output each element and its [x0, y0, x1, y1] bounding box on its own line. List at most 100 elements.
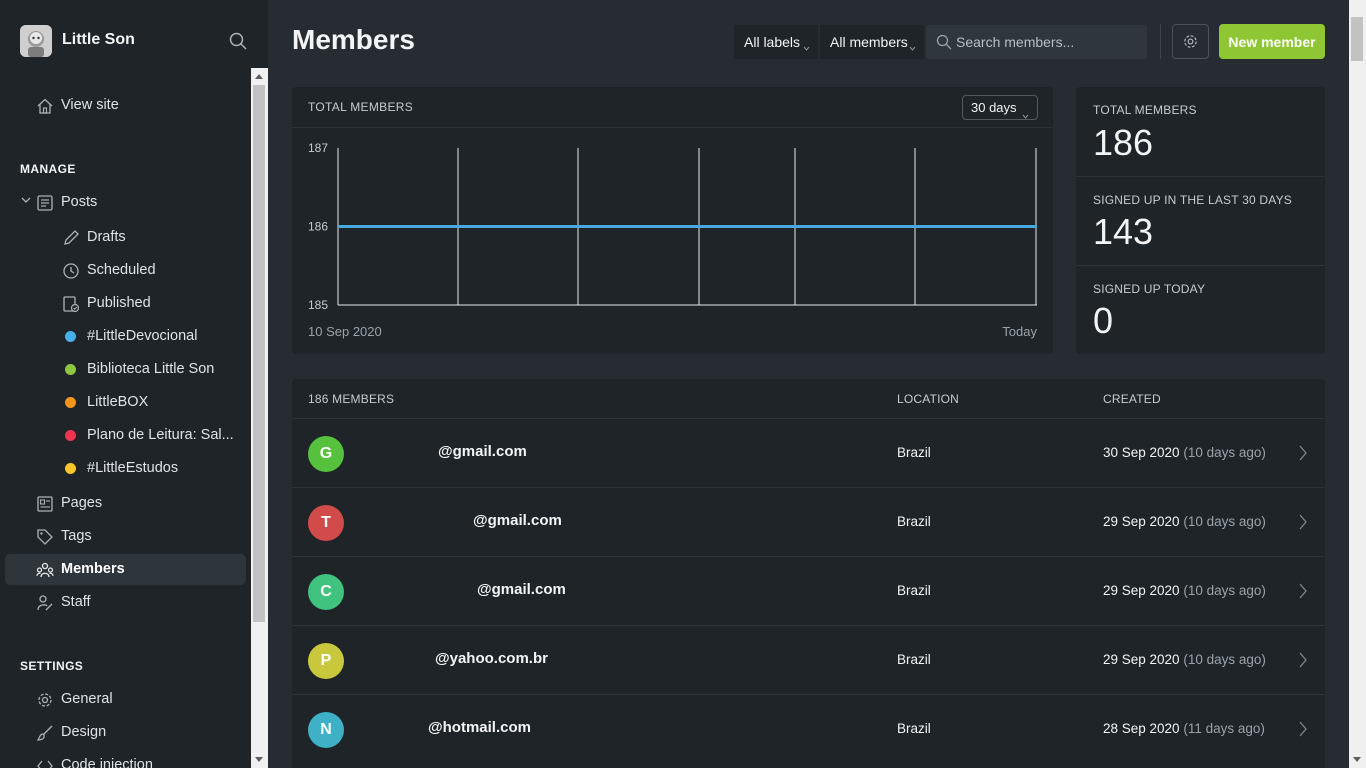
header-divider [1160, 24, 1161, 59]
sidebar-item-label: Design [61, 724, 107, 740]
chevron-right-icon[interactable] [1298, 513, 1308, 531]
chevron-down-icon[interactable] [20, 194, 32, 206]
tag-color-dot [65, 397, 76, 408]
sidebar-item-members[interactable]: Members [5, 554, 246, 585]
avatar: G [308, 436, 344, 472]
sidebar-item-label: Published [87, 295, 151, 311]
members-filter-value: All members [830, 34, 908, 50]
sidebar-item-view-site[interactable]: View site [5, 90, 246, 121]
staff-icon [36, 594, 54, 612]
avatar: C [308, 574, 344, 610]
settings-button[interactable] [1172, 24, 1209, 59]
tag-color-dot [65, 430, 76, 441]
sidebar-item-posts[interactable]: Posts [5, 187, 246, 218]
members-count-header: 186 MEMBERS [308, 392, 395, 406]
created-ago: (11 days ago) [1183, 721, 1265, 736]
scroll-down-arrow-icon[interactable] [255, 757, 263, 762]
scroll-down-arrow-icon[interactable] [1353, 757, 1361, 762]
member-email: @gmail.com [473, 512, 562, 529]
sidebar-item-code-injection[interactable]: Code injection [5, 750, 246, 768]
sidebar-item-scheduled[interactable]: Scheduled [5, 255, 246, 286]
sidebar-item-tag-littlebox[interactable]: LittleBOX [5, 387, 246, 418]
member-email: @gmail.com [438, 443, 527, 460]
member-email: @yahoo.com.br [435, 650, 548, 667]
total-members-label: TOTAL MEMBERS [1093, 103, 1197, 117]
sidebar-item-label: Scheduled [87, 262, 156, 278]
chart-card-title: TOTAL MEMBERS [308, 100, 414, 114]
avatar: P [308, 643, 344, 679]
member-created: 29 Sep 2020 (10 days ago) [1103, 514, 1266, 529]
members-filter-dropdown[interactable]: All members [820, 25, 924, 59]
chevron-down-icon [909, 39, 916, 51]
sidebar-item-tags[interactable]: Tags [5, 521, 246, 552]
clock-icon [62, 262, 80, 280]
page-title: Members [292, 24, 415, 55]
labels-filter-value: All labels [744, 34, 801, 50]
sidebar-item-label: Biblioteca Little Son [87, 361, 215, 377]
search-box[interactable] [926, 25, 1147, 59]
site-logo[interactable] [20, 25, 52, 57]
table-row[interactable]: P @yahoo.com.br Brazil 29 Sep 2020 (10 d… [292, 625, 1325, 694]
scroll-up-arrow-icon[interactable] [255, 74, 263, 79]
search-icon[interactable] [229, 32, 247, 50]
new-member-button[interactable]: New member [1219, 24, 1325, 59]
created-date: 30 Sep 2020 [1103, 445, 1180, 460]
sidebar-item-label: Staff [61, 594, 91, 610]
avatar: T [308, 505, 344, 541]
sidebar-scrollbar[interactable] [251, 68, 268, 768]
sidebar-item-label: Plano de Leitura: Sal... [87, 427, 234, 443]
sidebar-item-tag-plano-de-leitura[interactable]: Plano de Leitura: Sal... [5, 420, 246, 451]
tag-color-dot [65, 463, 76, 474]
published-icon [62, 295, 80, 313]
members-line-chart: 187 186 185 10 Sep 2020 Today [308, 141, 1037, 339]
member-location: Brazil [897, 583, 931, 598]
scrollbar-thumb[interactable] [1351, 17, 1363, 61]
page-scrollbar[interactable] [1349, 0, 1366, 768]
member-location: Brazil [897, 652, 931, 667]
labels-filter-dropdown[interactable]: All labels [734, 25, 818, 59]
table-row[interactable]: C @gmail.com Brazil 29 Sep 2020 (10 days… [292, 556, 1325, 625]
range-select-value: 30 days [971, 100, 1017, 115]
chevron-right-icon[interactable] [1298, 720, 1308, 738]
member-created: 29 Sep 2020 (10 days ago) [1103, 652, 1266, 667]
gear-icon [1182, 33, 1199, 50]
search-input[interactable] [956, 25, 1141, 59]
scrollbar-thumb[interactable] [253, 85, 265, 622]
chevron-right-icon[interactable] [1298, 582, 1308, 600]
sidebar-item-general[interactable]: General [5, 684, 246, 715]
member-created: 30 Sep 2020 (10 days ago) [1103, 445, 1266, 460]
sidebar-item-pages[interactable]: Pages [5, 488, 246, 519]
table-row[interactable]: N @hotmail.com Brazil 28 Sep 2020 (11 da… [292, 694, 1325, 763]
table-row[interactable]: G @gmail.com Brazil 30 Sep 2020 (10 days… [292, 418, 1325, 487]
avatar: N [308, 712, 344, 748]
signed-up-30-days-label: SIGNED UP IN THE LAST 30 DAYS [1093, 193, 1292, 207]
site-title[interactable]: Little Son [62, 31, 135, 49]
sidebar-item-label: Pages [61, 495, 103, 511]
sidebar-item-drafts[interactable]: Drafts [5, 222, 246, 253]
settings-section-title: SETTINGS [20, 659, 84, 673]
y-tick-label: 187 [308, 141, 328, 155]
chevron-right-icon[interactable] [1298, 444, 1308, 462]
sidebar-item-label: LittleBOX [87, 394, 149, 410]
member-location: Brazil [897, 514, 931, 529]
table-row[interactable]: T @gmail.com Brazil 29 Sep 2020 (10 days… [292, 487, 1325, 556]
y-tick-label: 186 [308, 220, 328, 234]
sidebar-item-published[interactable]: Published [5, 288, 246, 319]
brush-icon [36, 724, 54, 742]
pages-icon [36, 495, 54, 513]
code-icon [36, 757, 54, 768]
created-column-header: CREATED [1103, 392, 1161, 406]
chevron-right-icon[interactable] [1298, 651, 1308, 669]
sidebar-item-tag-littleestudos[interactable]: #LittleEstudos [5, 453, 246, 484]
posts-icon [36, 194, 54, 212]
sidebar-item-staff[interactable]: Staff [5, 587, 246, 618]
sidebar-item-tag-littledevocional[interactable]: #LittleDevocional [5, 321, 246, 352]
sidebar-item-tag-biblioteca[interactable]: Biblioteca Little Son [5, 354, 246, 385]
chevron-down-icon [803, 39, 810, 51]
range-select-dropdown[interactable]: 30 days [962, 95, 1038, 120]
created-ago: (10 days ago) [1183, 514, 1266, 529]
sidebar: Little Son View site MANAGE Posts Drafts… [0, 0, 268, 768]
member-location: Brazil [897, 721, 931, 736]
home-icon [36, 97, 54, 115]
sidebar-item-design[interactable]: Design [5, 717, 246, 748]
